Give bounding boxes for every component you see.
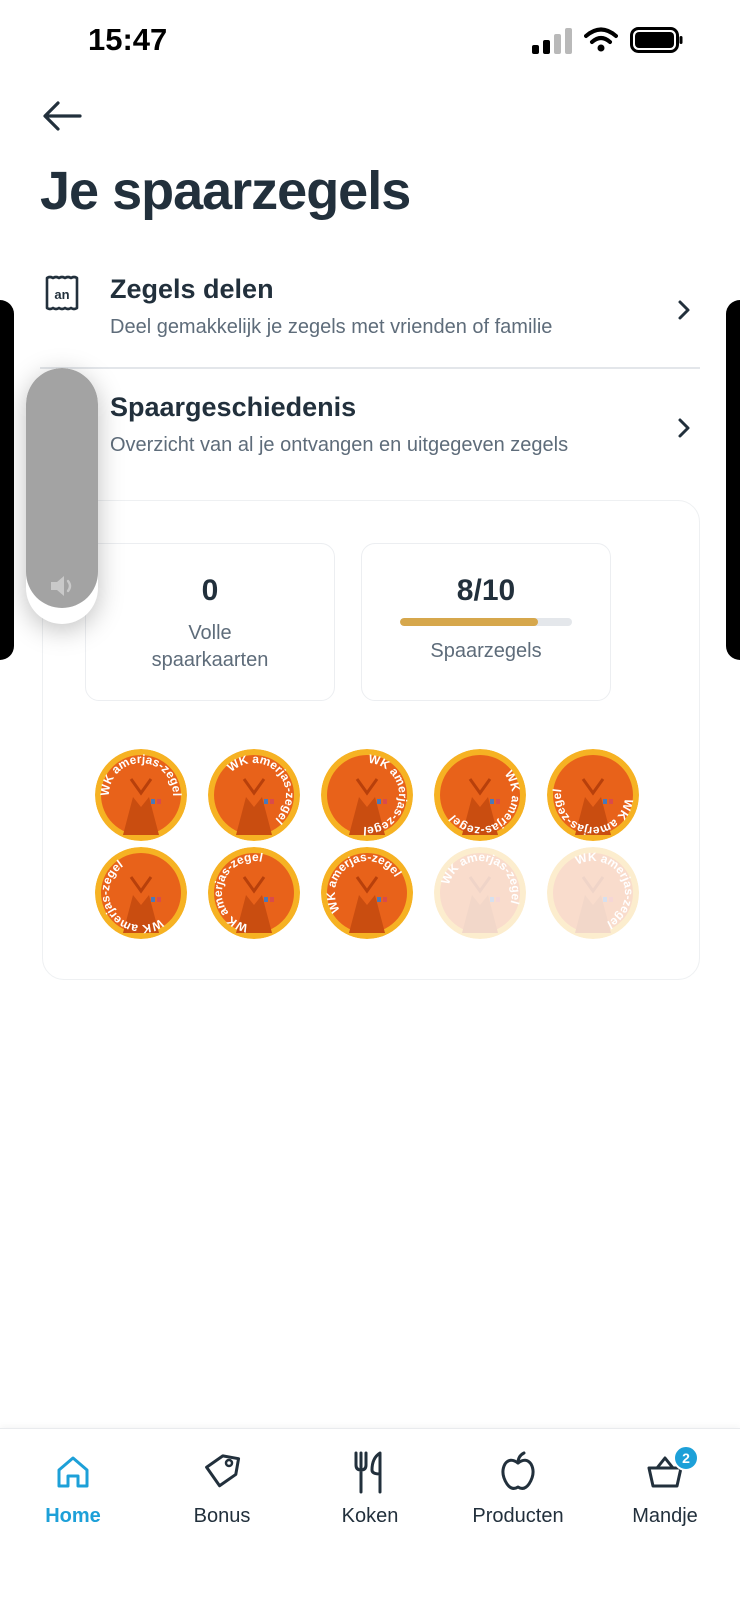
cellular-signal-icon — [532, 26, 572, 54]
stamps-summary-card: 0 Volle spaarkaarten 8/10 Spaarzegels WK… — [42, 500, 700, 980]
stamps-progress-fill — [400, 618, 538, 626]
apple-icon — [458, 1449, 578, 1495]
tab-home-label: Home — [45, 1505, 101, 1527]
stamp-collected: WK amerjas-zegel — [95, 847, 187, 939]
wifi-icon — [584, 27, 618, 52]
cart-count-badge: 2 — [673, 1445, 699, 1471]
stamp-share-icon: an — [45, 275, 79, 311]
stamps-label: Spaarzegels — [430, 640, 542, 662]
chevron-right-icon — [678, 418, 690, 438]
tab-mandje[interactable]: 2 Mandje — [605, 1445, 725, 1528]
tab-home[interactable]: Home — [13, 1449, 133, 1528]
divider — [40, 367, 700, 369]
full-cards-label-line2: spaarkaarten — [151, 649, 269, 671]
tab-producten-label: Producten — [472, 1505, 564, 1527]
cutlery-icon — [310, 1449, 430, 1495]
full-cards-label: Volle spaarkaarten — [86, 620, 334, 674]
share-stamps-subtitle: Deel gemakkelijk je zegels met vrienden … — [110, 316, 553, 338]
stamp-collected: WK amerjas-zegel — [321, 749, 413, 841]
home-icon — [13, 1449, 133, 1495]
tab-bonus[interactable]: Bonus — [162, 1449, 282, 1528]
basket-icon: 2 — [605, 1445, 725, 1495]
tab-koken[interactable]: Koken — [310, 1449, 430, 1528]
tab-koken-label: Koken — [341, 1505, 399, 1527]
stamp-empty: WK amerjas-zegel — [547, 847, 639, 939]
stamps-stat: 8/10 Spaarzegels — [361, 543, 611, 701]
tab-bonus-label: Bonus — [193, 1505, 251, 1527]
stamp-collected: WK amerjas-zegel — [434, 749, 526, 841]
savings-history-subtitle: Overzicht van al je ontvangen en uitgege… — [110, 434, 569, 456]
page-title: Je spaarzegels — [40, 161, 411, 221]
stamp-collected: WK amerjas-zegel — [208, 749, 300, 841]
share-stamps-row[interactable]: an Zegels delen Deel gemakkelijk je zege… — [40, 274, 700, 374]
svg-text:an: an — [54, 287, 69, 302]
screen-bezel-left — [0, 300, 14, 660]
share-stamps-title: Zegels delen — [110, 274, 274, 304]
status-bar: 15:47 — [0, 0, 740, 90]
tab-producten[interactable]: Producten — [458, 1449, 578, 1528]
speaker-icon — [51, 576, 72, 596]
stamps-count: 8/10 — [456, 574, 516, 607]
bottom-tab-bar: Home Bonus Koken Producten 2 Mandje — [0, 1428, 740, 1601]
arrow-left-icon — [43, 101, 82, 131]
chevron-right-icon — [678, 300, 690, 320]
stamp-collected: WK amerjas-zegel — [208, 847, 300, 939]
screen-bezel-right — [726, 300, 740, 660]
full-cards-count: 0 — [201, 574, 219, 607]
status-time: 15:47 — [88, 22, 168, 57]
stamp-collected: WK amerjas-zegel — [321, 847, 413, 939]
tag-icon — [162, 1449, 282, 1495]
stamp-collected: WK amerjas-zegel — [547, 749, 639, 841]
stamps-progress-bar — [400, 618, 572, 626]
stamp-collected: WK amerjas-zegel — [95, 749, 187, 841]
savings-history-row[interactable]: Spaargeschiedenis Overzicht van al je on… — [40, 392, 700, 492]
full-cards-stat: 0 Volle spaarkaarten — [85, 543, 335, 701]
battery-icon — [630, 27, 683, 53]
volume-level — [26, 368, 98, 608]
full-cards-label-line1: Volle — [188, 622, 232, 644]
back-button[interactable] — [40, 96, 84, 136]
volume-hud — [26, 368, 98, 624]
stamp-empty: WK amerjas-zegel — [434, 847, 526, 939]
status-icons — [532, 26, 684, 54]
savings-history-title: Spaargeschiedenis — [110, 392, 357, 422]
tab-mandje-label: Mandje — [632, 1505, 698, 1527]
